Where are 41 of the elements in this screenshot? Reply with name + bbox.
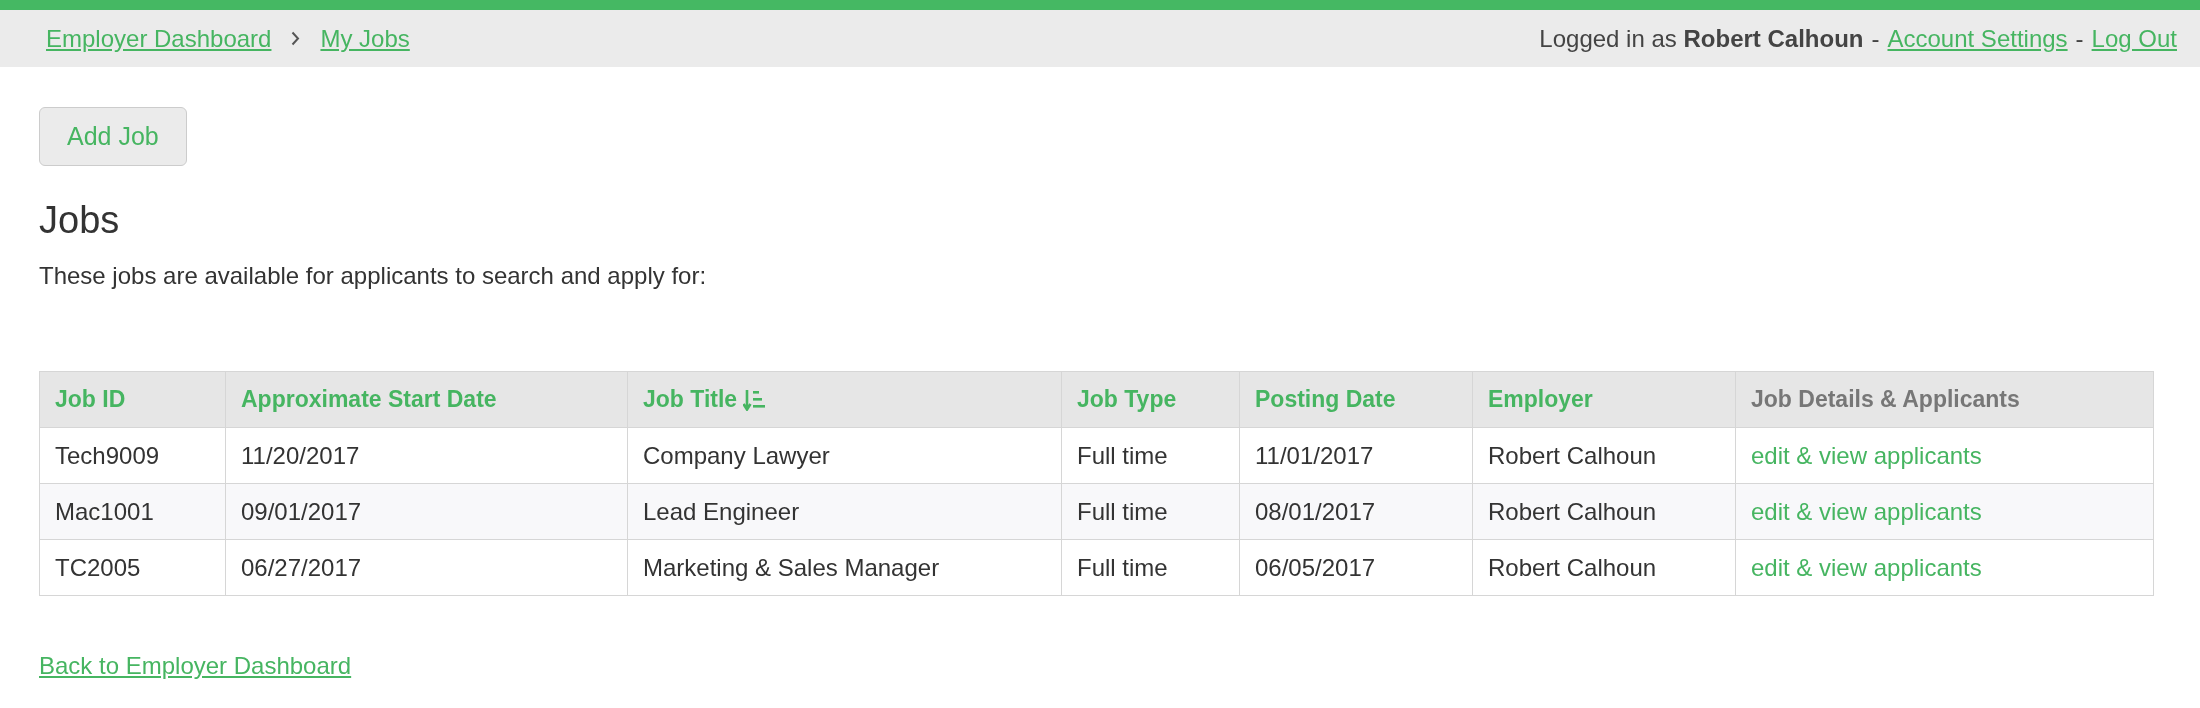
table-cell: Full time	[1061, 427, 1240, 484]
sort-icon	[743, 388, 766, 411]
table-cell: 11/01/2017	[1239, 427, 1473, 484]
table-cell: 06/27/2017	[225, 539, 628, 596]
table-cell: Lead Engineer	[627, 483, 1062, 540]
column-sort-link[interactable]: Job ID	[55, 386, 126, 413]
add-job-button[interactable]: Add Job	[39, 107, 187, 166]
column-sort-link[interactable]: Job Title	[643, 386, 766, 413]
logged-in-text: Logged in as Robert Calhoun	[1539, 24, 1864, 53]
column-sort-link[interactable]: Posting Date	[1255, 386, 1396, 413]
table-cell: Mac1001	[39, 483, 226, 540]
table-cell: 11/20/2017	[225, 427, 628, 484]
table-cell: 09/01/2017	[225, 483, 628, 540]
account-link[interactable]: Log Out	[2091, 24, 2177, 53]
edit-view-applicants-link[interactable]: edit & view applicants	[1751, 553, 1982, 581]
table-cell: Company Lawyer	[627, 427, 1062, 484]
column-sort-link[interactable]: Job Type	[1077, 386, 1177, 413]
page-heading: Jobs	[39, 198, 121, 243]
table-cell: Tech9009	[39, 427, 226, 484]
table-cell: Full time	[1061, 483, 1240, 540]
separator-dash: -	[2075, 24, 2084, 53]
edit-view-applicants-link[interactable]: edit & view applicants	[1751, 497, 1982, 525]
separator-dash: -	[1871, 24, 1880, 53]
edit-view-applicants-link[interactable]: edit & view applicants	[1751, 441, 1982, 469]
chevron-right-icon	[291, 31, 301, 46]
table-cell: Robert Calhoun	[1472, 483, 1736, 540]
account-link[interactable]: Account Settings	[1887, 24, 2068, 53]
column-sort-link[interactable]: Employer	[1488, 386, 1593, 413]
table-cell: Full time	[1061, 539, 1240, 596]
column-sort-link[interactable]: Approximate Start Date	[241, 386, 497, 413]
table-cell: 08/01/2017	[1239, 483, 1473, 540]
breadcrumb-link[interactable]: Employer Dashboard	[46, 24, 272, 53]
table-cell: Robert Calhoun	[1472, 539, 1736, 596]
header-cell: Job Details & Applicants	[1735, 371, 2154, 428]
back-link[interactable]: Back to Employer Dashboard	[39, 649, 352, 683]
table-cell: 06/05/2017	[1239, 539, 1473, 596]
table-cell: TC2005	[39, 539, 226, 596]
table-cell: Robert Calhoun	[1472, 427, 1736, 484]
intro-text: These jobs are available for applicants to search and apply for:	[39, 261, 708, 291]
table-cell: Marketing & Sales Manager	[627, 539, 1062, 596]
breadcrumb-link[interactable]: My Jobs	[320, 24, 410, 53]
